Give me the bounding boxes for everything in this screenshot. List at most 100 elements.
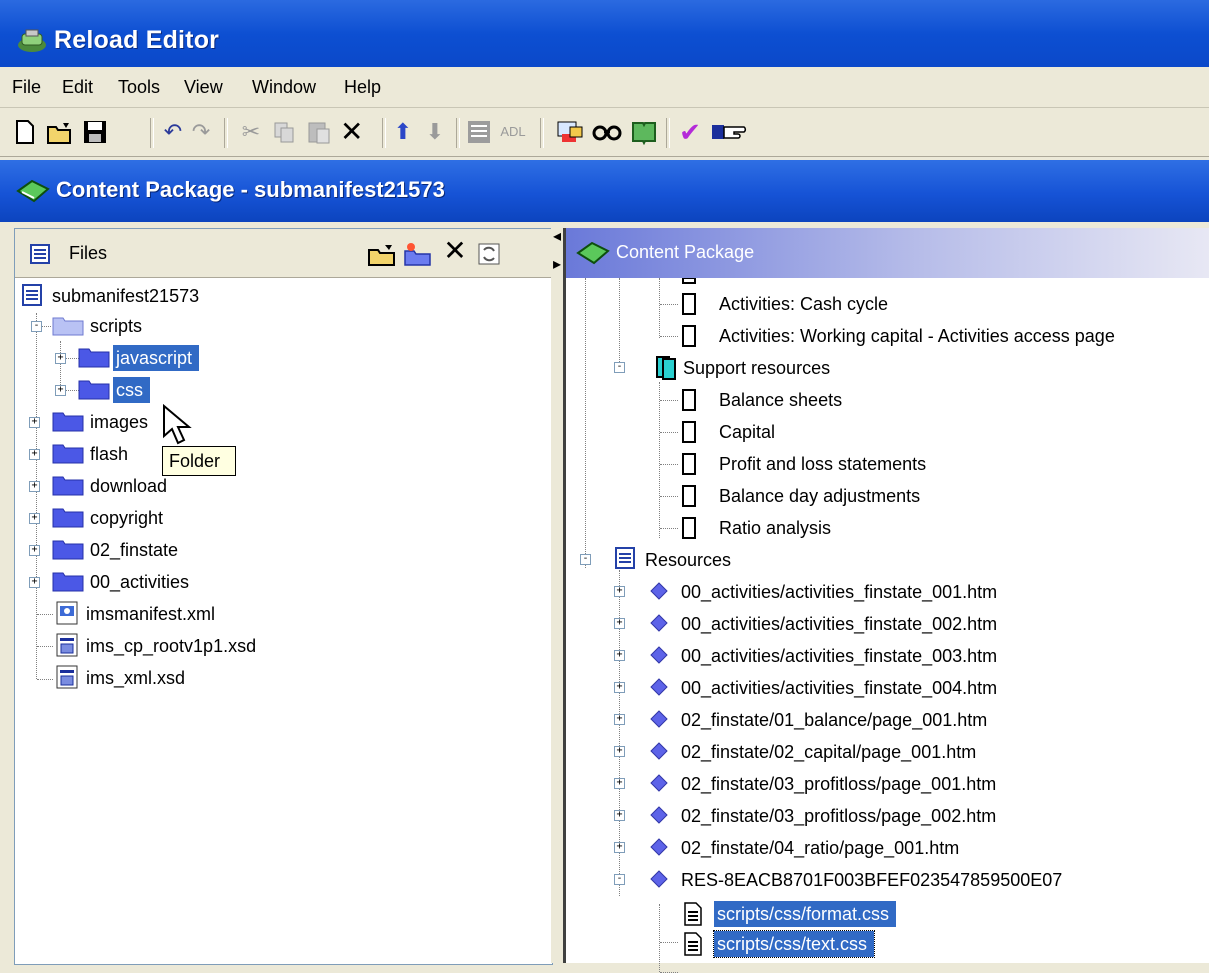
tree-file-ims-cp-rootv1p1[interactable]: ims_cp_rootv1p1.xsd xyxy=(83,633,259,659)
tree-folder-javascript[interactable]: javascript xyxy=(113,345,200,371)
tree-resource[interactable]: 02_finstate/04_ratio/page_001.htm xyxy=(678,835,962,861)
tree-item-resources[interactable]: Resources xyxy=(642,547,734,573)
collapse-icon[interactable]: - xyxy=(614,362,625,373)
resources-icon xyxy=(615,547,635,569)
menu-edit[interactable]: Edit xyxy=(62,77,93,98)
folder-icon xyxy=(52,572,84,592)
tree-folder-scripts[interactable]: scripts xyxy=(87,313,145,339)
files-panel-title: Files xyxy=(69,243,108,263)
tree-resource[interactable]: 00_activities/activities_finstate_001.ht… xyxy=(678,579,1000,605)
tree-resource[interactable]: 02_finstate/02_capital/page_001.htm xyxy=(678,739,979,765)
tree-item-capital[interactable]: Capital xyxy=(716,419,778,445)
expand-icon[interactable]: + xyxy=(614,746,625,757)
tree-resource-res-id[interactable]: RES-8EACB8701F003BFEF023547859500E07 xyxy=(678,867,1065,893)
mouse-pointer-icon xyxy=(163,404,192,445)
xsd-file-icon xyxy=(56,633,78,657)
expand-icon[interactable]: + xyxy=(29,481,40,492)
tree-folder-images[interactable]: images xyxy=(87,409,151,435)
expand-icon[interactable]: + xyxy=(29,577,40,588)
expand-right-arrow-icon[interactable]: ▸ xyxy=(553,257,561,273)
xsd-file-icon xyxy=(56,665,78,689)
open-folder-icon[interactable] xyxy=(46,119,74,145)
expand-icon[interactable]: + xyxy=(29,417,40,428)
book-icon[interactable] xyxy=(630,119,658,145)
tree-folder-css[interactable]: css xyxy=(113,377,150,403)
save-icon[interactable] xyxy=(82,119,108,145)
expand-icon[interactable]: + xyxy=(29,545,40,556)
tree-item-ratio-analysis[interactable]: Ratio analysis xyxy=(716,515,834,541)
tree-folder-flash[interactable]: flash xyxy=(87,441,131,467)
folder-icon xyxy=(52,540,84,560)
cut-icon: ✂ xyxy=(241,119,261,144)
tree-file-text-css[interactable]: scripts/css/text.css xyxy=(712,930,876,958)
expand-icon[interactable]: + xyxy=(29,513,40,524)
tree-resource[interactable]: 00_activities/activities_finstate_003.ht… xyxy=(678,643,1000,669)
menu-view[interactable]: View xyxy=(184,77,223,98)
move-up-icon[interactable]: ⬆ xyxy=(392,119,414,145)
expand-icon[interactable]: + xyxy=(614,682,625,693)
menu-window[interactable]: Window xyxy=(252,77,316,98)
expand-icon[interactable]: + xyxy=(614,586,625,597)
tree-item-activities-cash-cycle[interactable]: Activities: Cash cycle xyxy=(716,291,891,317)
tree-resource[interactable]: 00_activities/activities_finstate_002.ht… xyxy=(678,611,1000,637)
collapse-icon[interactable]: - xyxy=(614,874,625,885)
tree-item-balance-sheets[interactable]: Balance sheets xyxy=(716,387,845,413)
expand-icon[interactable]: + xyxy=(614,650,625,661)
import-folder-icon[interactable] xyxy=(367,241,397,267)
tree-folder-copyright[interactable]: copyright xyxy=(87,505,166,531)
files-panel-header: Files ✕ xyxy=(15,229,552,278)
window-title: Reload Editor xyxy=(54,26,220,54)
expand-icon[interactable]: + xyxy=(55,385,66,396)
collapse-icon[interactable]: - xyxy=(580,554,591,565)
tree-root-submanifest[interactable]: submanifest21573 xyxy=(49,283,202,309)
tree-resource[interactable]: 02_finstate/01_balance/page_001.htm xyxy=(678,707,990,733)
item-icon xyxy=(682,485,696,507)
collapse-icon[interactable]: - xyxy=(31,321,42,332)
tree-file-format-css[interactable]: scripts/css/format.css xyxy=(714,901,897,927)
expand-icon[interactable]: + xyxy=(614,778,625,789)
expand-icon[interactable]: + xyxy=(29,449,40,460)
expand-icon[interactable]: + xyxy=(614,842,625,853)
find-icon[interactable] xyxy=(592,119,622,145)
menu-tools[interactable]: Tools xyxy=(118,77,160,98)
tree-resource[interactable]: 02_finstate/03_profitloss/page_002.htm xyxy=(678,803,999,829)
resource-diamond-icon xyxy=(650,838,668,856)
new-file-icon[interactable] xyxy=(14,119,36,145)
tree-folder-02-finstate[interactable]: 02_finstate xyxy=(87,537,181,563)
tree-item-activities-working-capital[interactable]: Activities: Working capital - Activities… xyxy=(716,323,1118,349)
menu-file[interactable]: File xyxy=(12,77,41,98)
delete-icon[interactable]: ✕ xyxy=(340,118,363,146)
tree-item-balance-day[interactable]: Balance day adjustments xyxy=(716,483,923,509)
undo-icon[interactable]: ↶ xyxy=(162,119,184,145)
metadata-icon xyxy=(466,119,492,145)
menu-help[interactable]: Help xyxy=(344,77,381,98)
folder-icon xyxy=(52,444,84,464)
pane-splitter[interactable]: ◂ ▸ xyxy=(551,228,563,963)
new-folder-icon[interactable] xyxy=(403,241,433,267)
folder-items-icon xyxy=(656,356,676,380)
pointing-hand-icon[interactable] xyxy=(710,119,754,145)
xml-file-icon xyxy=(56,601,78,625)
resource-diamond-icon xyxy=(650,678,668,696)
tree-item-profit-loss[interactable]: Profit and loss statements xyxy=(716,451,929,477)
tree-resource[interactable]: 02_finstate/03_profitloss/page_001.htm xyxy=(678,771,999,797)
tree-resource[interactable]: 00_activities/activities_finstate_004.ht… xyxy=(678,675,1000,701)
tree-file-imsmanifest[interactable]: imsmanifest.xml xyxy=(83,601,218,627)
preview-icon[interactable] xyxy=(556,119,584,145)
tree-file-ims-xml[interactable]: ims_xml.xsd xyxy=(83,665,188,691)
refresh-icon[interactable] xyxy=(477,242,501,266)
tree-folder-00-activities[interactable]: 00_activities xyxy=(87,569,192,595)
expand-icon[interactable]: + xyxy=(614,714,625,725)
delete-file-icon[interactable]: ✕ xyxy=(443,237,467,265)
package-book-icon xyxy=(576,241,610,265)
folder-icon xyxy=(78,348,110,368)
manifest-root-icon xyxy=(22,284,42,306)
expand-icon[interactable]: + xyxy=(614,810,625,821)
validate-checkmark-icon[interactable]: ✔ xyxy=(676,119,704,145)
tree-item-support-resources[interactable]: Support resources xyxy=(680,355,833,381)
folder-icon xyxy=(78,380,110,400)
tree-folder-download[interactable]: download xyxy=(87,473,170,499)
expand-icon[interactable]: + xyxy=(614,618,625,629)
expand-icon[interactable]: + xyxy=(55,353,66,364)
collapse-left-arrow-icon[interactable]: ◂ xyxy=(553,229,561,245)
